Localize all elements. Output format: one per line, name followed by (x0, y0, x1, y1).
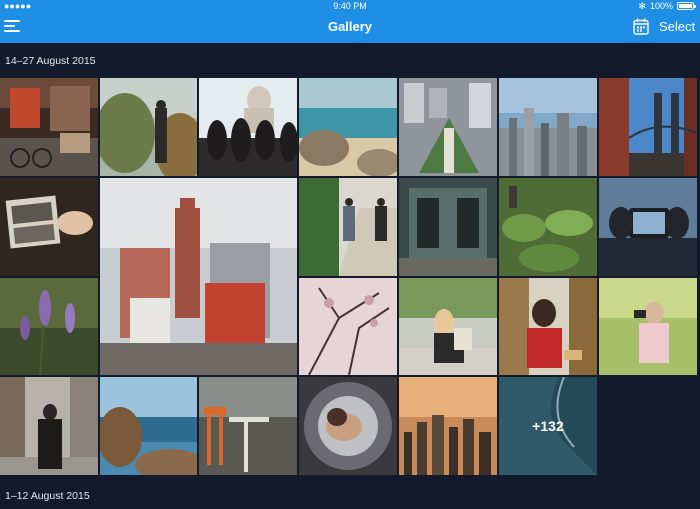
select-button[interactable]: Select (659, 12, 695, 43)
status-bar: ●●●●● 9:40 PM ✻ 100% (0, 0, 700, 12)
photo-thumbnail-more[interactable]: +132 (499, 377, 597, 475)
photo-thumbnail[interactable] (599, 278, 697, 375)
battery-percent: 100% (649, 1, 673, 11)
bluetooth-icon: ✻ (638, 1, 646, 11)
photo-thumbnail[interactable] (399, 178, 497, 276)
photo-thumbnail[interactable] (599, 78, 697, 176)
photo-thumbnail[interactable] (299, 178, 397, 276)
status-time: 9:40 PM (333, 1, 367, 11)
photo-thumbnail[interactable] (299, 278, 397, 375)
photo-thumbnail[interactable] (199, 377, 297, 475)
battery-icon (677, 2, 696, 10)
photo-thumbnail[interactable] (100, 377, 197, 475)
photo-grid: +132 (0, 78, 700, 475)
nav-bar: Gallery Select (0, 12, 700, 43)
photo-thumbnail[interactable] (0, 377, 98, 475)
section-date-header: 14–27 August 2015 (5, 55, 96, 67)
photo-thumbnail[interactable] (499, 178, 597, 276)
section-date-header: 1–12 August 2015 (5, 490, 90, 502)
page-title: Gallery (327, 19, 373, 34)
photo-thumbnail[interactable] (0, 278, 98, 375)
photo-thumbnail[interactable] (100, 78, 197, 176)
photo-thumbnail[interactable] (399, 377, 497, 475)
photo-thumbnail[interactable] (499, 278, 597, 375)
photo-thumbnail[interactable] (399, 278, 497, 375)
photo-thumbnail[interactable] (199, 78, 297, 176)
photo-thumbnail[interactable] (100, 178, 297, 375)
photo-thumbnail[interactable] (0, 178, 98, 276)
photo-thumbnail[interactable] (299, 377, 397, 475)
photo-thumbnail[interactable] (499, 78, 597, 176)
photo-thumbnail[interactable] (599, 178, 697, 276)
photo-thumbnail[interactable] (299, 78, 397, 176)
more-photos-count: +132 (499, 377, 597, 475)
status-right: ✻ 100% (638, 0, 696, 12)
photo-thumbnail[interactable] (0, 78, 98, 176)
photo-thumbnail[interactable] (399, 78, 497, 176)
calendar-icon[interactable] (633, 18, 649, 35)
